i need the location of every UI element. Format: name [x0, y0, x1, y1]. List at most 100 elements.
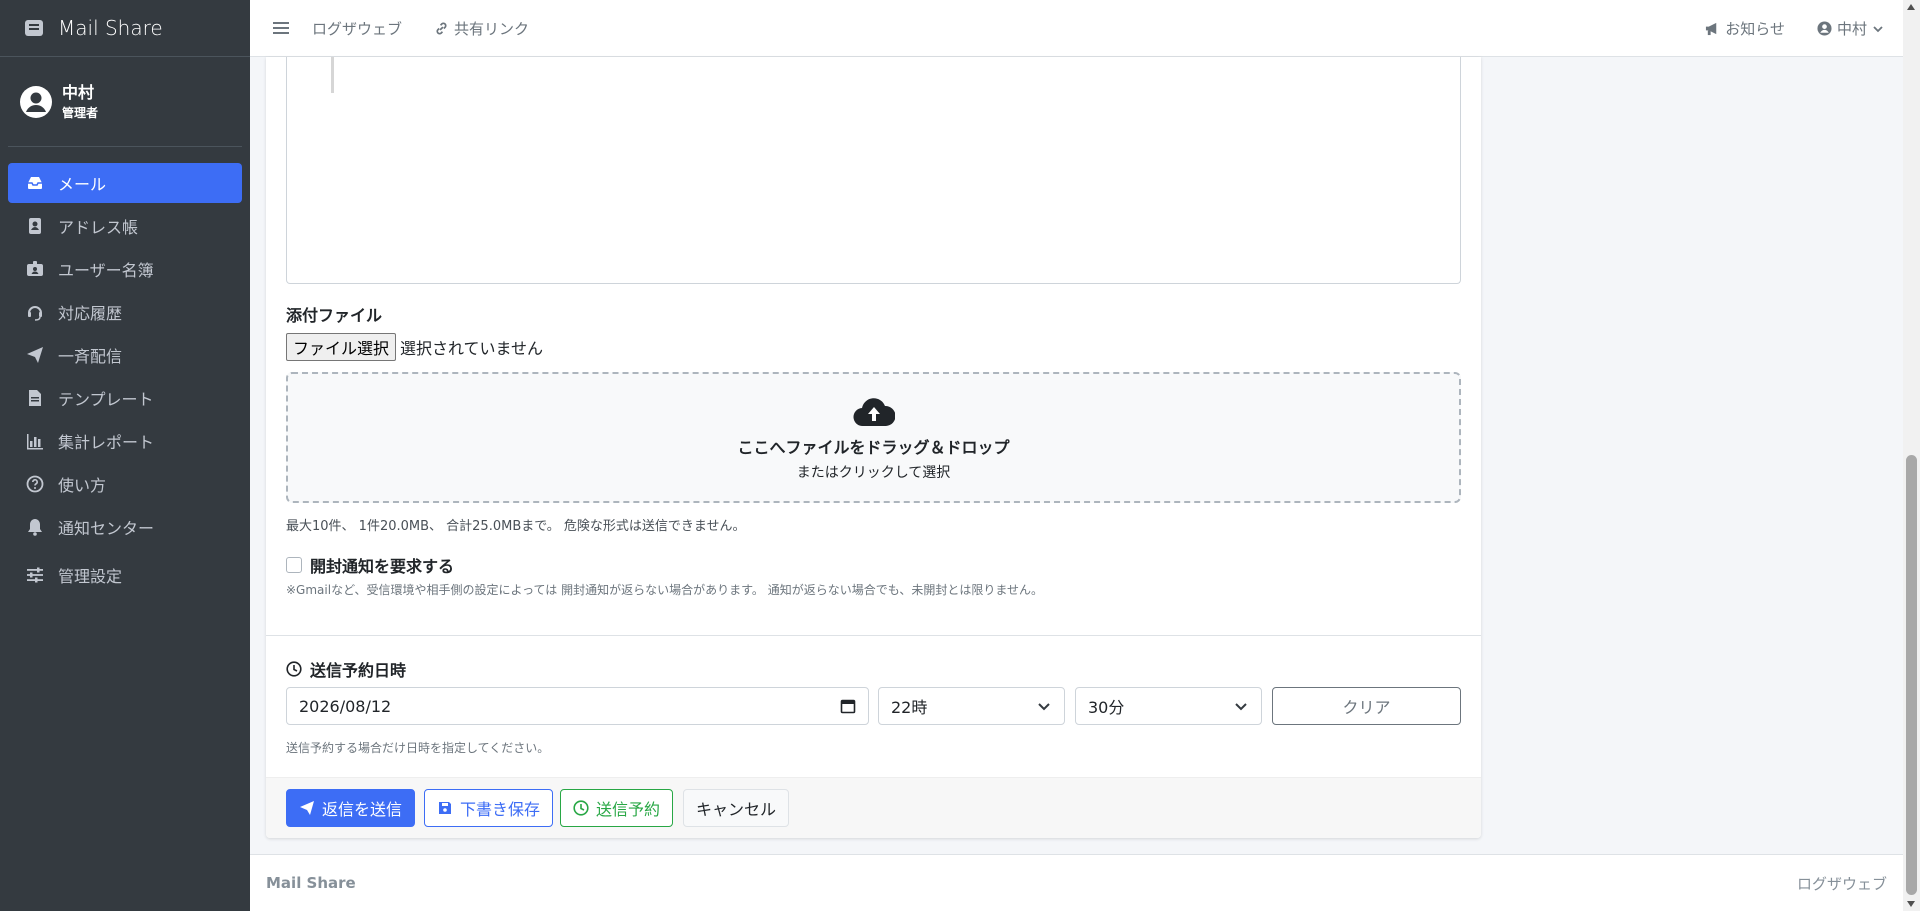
schedule-title-label: 送信予約日時 — [310, 661, 407, 680]
chevron-down-icon — [1235, 703, 1247, 711]
user-name: 中村 — [62, 82, 95, 102]
paper-plane-icon — [27, 347, 43, 363]
sidebar-item-label: アドレス帳 — [58, 218, 139, 237]
save-draft-label: 下書き保存 — [460, 800, 541, 819]
user-panel[interactable]: 中村 管理者 — [8, 57, 242, 147]
file-input-row: ファイル選択 選択されていません — [286, 333, 543, 361]
sidebar-nav: メール アドレス帳 ユーザー名簿 対応履歴 一斉配信 テンプレート 集計レポート — [0, 147, 250, 595]
inbox-icon — [28, 177, 42, 189]
read-receipt-note: ※Gmailなど、受信環境や相手側の設定によっては 開封通知が返らない場合があり… — [286, 583, 1043, 597]
paper-plane-icon — [300, 801, 314, 815]
top-link-label: 共有リンク — [454, 19, 530, 38]
scroll-thumb[interactable] — [1906, 455, 1917, 895]
schedule-send-button[interactable]: 送信予約 — [560, 789, 674, 827]
sidebar-item-label: 管理設定 — [58, 567, 123, 586]
footer-link[interactable]: ログザウェブ — [1797, 873, 1887, 894]
user-menu-dropdown[interactable]: 中村 — [1817, 18, 1883, 39]
brand-link[interactable]: Mail Share — [0, 0, 250, 57]
sidebar-item-broadcast[interactable]: 一斉配信 — [8, 335, 242, 375]
scroll-up-arrow[interactable] — [1907, 4, 1915, 10]
sidebar-item-label: 対応履歴 — [58, 304, 123, 323]
schedule-title: 送信予約日時 — [286, 657, 406, 681]
file-dropzone[interactable]: ここへファイルをドラッグ＆ドロップ またはクリックして選択 — [286, 372, 1461, 503]
id-badge-icon — [27, 261, 43, 276]
schedule-hour-select[interactable]: 22時 — [878, 687, 1065, 725]
save-draft-button[interactable]: 下書き保存 — [424, 789, 554, 827]
top-link-shared-links[interactable]: 共有リンク — [434, 18, 529, 39]
sidebar-item-label: 通知センター — [58, 519, 155, 538]
sidebar-item-notifications[interactable]: 通知センター — [8, 507, 242, 547]
sidebar-item-label: 一斉配信 — [58, 347, 123, 366]
calendar-icon[interactable] — [840, 698, 856, 714]
headset-icon — [28, 306, 42, 321]
schedule-minute-select[interactable]: 30分 — [1075, 687, 1262, 725]
sidebar-item-admin-settings[interactable]: 管理設定 — [8, 555, 242, 595]
cancel-button[interactable]: キャンセル — [683, 789, 790, 827]
sidebar-item-label: メール — [58, 175, 107, 194]
footer-brand: Mail Share — [266, 874, 356, 892]
megaphone-icon — [1706, 22, 1717, 36]
save-icon — [439, 802, 451, 814]
user-avatar-icon — [20, 85, 52, 118]
attachments-label: 添付ファイル — [286, 306, 383, 325]
sidebar-item-address-book[interactable]: アドレス帳 — [8, 206, 242, 246]
sidebar-item-mail[interactable]: メール — [8, 163, 242, 203]
notices-label: お知らせ — [1725, 20, 1785, 38]
cancel-label: キャンセル — [696, 800, 777, 819]
schedule-date-value: 2026/08/12 — [299, 696, 392, 716]
chevron-down-icon — [1873, 25, 1883, 32]
compose-card: 添付ファイル ファイル選択 選択されていません ここへファイルをドラッグ＆ドロッ… — [266, 57, 1481, 838]
bell-icon — [28, 519, 42, 536]
bar-chart-icon — [27, 434, 43, 450]
top-link-label: ログザウェブ — [312, 19, 403, 38]
sidebar-item-label: テンプレート — [58, 390, 154, 409]
sidebar-item-label: 集計レポート — [58, 433, 155, 452]
schedule-clear-button[interactable]: クリア — [1272, 687, 1461, 725]
sidebar-item-templates[interactable]: テンプレート — [8, 378, 242, 418]
sidebar: Mail Share 中村 管理者 メール アドレス帳 ユーザー名簿 対応履歴 … — [0, 0, 250, 911]
cloud-upload-icon — [853, 398, 895, 427]
dropzone-title: ここへファイルをドラッグ＆ドロップ — [737, 438, 1010, 457]
sidebar-item-help[interactable]: 使い方 — [8, 464, 242, 504]
sliders-icon — [27, 567, 43, 583]
top-link-logzaweb[interactable]: ログザウェブ — [312, 18, 402, 39]
dropzone-subtitle: またはクリックして選択 — [796, 465, 951, 481]
read-receipt-checkbox[interactable] — [286, 557, 302, 573]
send-reply-button[interactable]: 返信を送信 — [286, 789, 416, 827]
read-receipt-label[interactable]: 開封通知を要求する — [310, 553, 454, 577]
address-book-icon — [29, 218, 41, 234]
schedule-send-label: 送信予約 — [596, 800, 661, 819]
schedule-date-input[interactable]: 2026/08/12 — [286, 687, 869, 725]
sidebar-item-history[interactable]: 対応履歴 — [8, 292, 242, 332]
section-divider — [266, 635, 1481, 636]
user-menu-label: 中村 — [1836, 20, 1867, 38]
schedule-hour-value: 22時 — [891, 698, 928, 717]
sidebar-item-user-directory[interactable]: ユーザー名簿 — [8, 249, 242, 289]
clock-icon — [573, 800, 589, 816]
chevron-down-icon — [1038, 703, 1050, 711]
file-text-icon — [29, 390, 41, 406]
mail-box-icon — [25, 20, 43, 36]
user-circle-icon — [1817, 21, 1832, 36]
user-role: 管理者 — [62, 105, 99, 120]
top-navbar: ログザウェブ 共有リンク お知らせ 中村 — [250, 0, 1920, 57]
hamburger-icon[interactable] — [272, 19, 290, 37]
schedule-minute-value: 30分 — [1088, 698, 1125, 717]
question-circle-icon — [26, 475, 44, 493]
read-receipt-row: 開封通知を要求する — [286, 553, 454, 577]
top-right-menu: お知らせ 中村 — [1673, 0, 1883, 57]
file-status-text: 選択されていません — [400, 339, 544, 358]
page-footer: Mail Share ログザウェブ — [250, 854, 1903, 911]
page-scrollbar[interactable] — [1903, 0, 1920, 911]
editor-quote-bar — [331, 57, 334, 93]
scroll-down-arrow[interactable] — [1907, 901, 1915, 907]
sidebar-item-reports[interactable]: 集計レポート — [8, 421, 242, 461]
sidebar-item-label: 使い方 — [58, 476, 107, 495]
message-body-editor[interactable] — [286, 57, 1461, 284]
file-select-button[interactable]: ファイル選択 — [286, 333, 397, 361]
brand-name: Mail Share — [58, 16, 163, 40]
send-reply-label: 返信を送信 — [322, 800, 403, 819]
link-icon — [436, 22, 447, 34]
sidebar-item-label: ユーザー名簿 — [58, 261, 154, 280]
notices-link[interactable]: お知らせ — [1705, 18, 1785, 39]
